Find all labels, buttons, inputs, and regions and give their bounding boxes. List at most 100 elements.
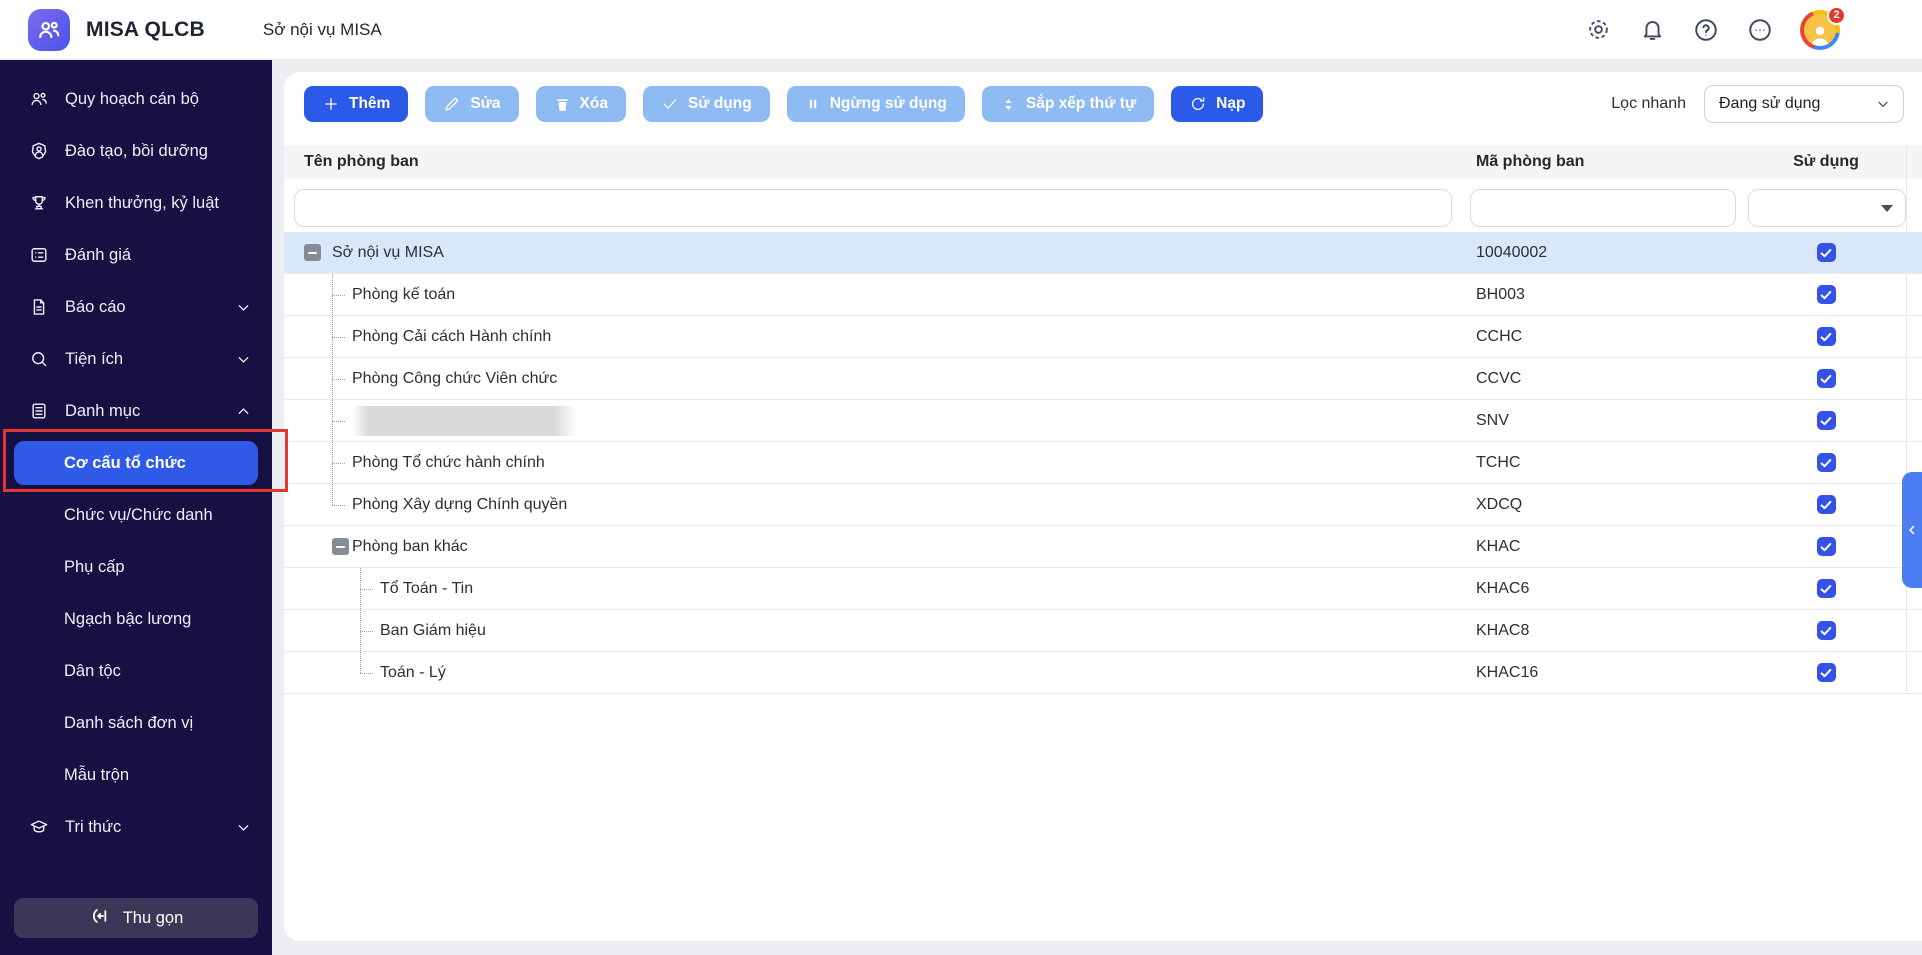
help-icon[interactable] <box>1692 16 1720 44</box>
check-button[interactable]: Sử dụng <box>642 86 770 122</box>
sidebar-item-7-active[interactable]: Cơ cấu tổ chức <box>0 437 272 489</box>
sidebar-item-10[interactable]: Ngạch bậc lương <box>0 593 272 645</box>
used-checkbox-checked[interactable] <box>1816 663 1836 682</box>
collapse-sidebar-button[interactable]: Thu gọn <box>14 898 258 938</box>
department-name: Tổ Toán - Tin <box>380 579 474 597</box>
table-row[interactable]: Sở nội vụ MISA 10040002 <box>284 232 1922 274</box>
department-name: Phòng Tổ chức hành chính <box>352 453 545 471</box>
sidebar-item-12[interactable]: Danh sách đơn vị <box>0 697 272 749</box>
tree-line <box>332 336 345 338</box>
collapse-node-icon[interactable] <box>332 538 349 555</box>
use-cell <box>1746 327 1906 346</box>
department-code: TCHC <box>1476 453 1521 471</box>
department-name-cell: Toán - Lý <box>284 652 1460 693</box>
table-row[interactable]: Phòng Tổ chức hành chính TCHC <box>284 442 1922 484</box>
use-filter-select[interactable] <box>1748 189 1906 227</box>
department-name-cell: Phòng Xây dựng Chính quyền <box>284 484 1460 525</box>
table-row[interactable]: Toán - Lý KHAC16 <box>284 652 1922 694</box>
department-name-cell <box>284 400 1460 441</box>
list-icon <box>28 400 50 422</box>
sidebar-item-13[interactable]: Mẫu trộn <box>0 749 272 801</box>
trophy-icon <box>28 192 50 214</box>
department-code: XDCQ <box>1476 495 1523 513</box>
sidebar-item-5[interactable]: Tiện ích <box>0 333 272 385</box>
dropdown-arrow-icon <box>1881 204 1893 212</box>
department-code: CCVC <box>1476 369 1522 387</box>
code-filter-input[interactable] <box>1470 189 1736 227</box>
gear-icon[interactable] <box>1584 16 1612 44</box>
table-row[interactable]: Phòng kế toán BH003 <box>284 274 1922 316</box>
quick-filter-label: Lọc nhanh <box>1611 95 1686 112</box>
people-icon <box>28 88 50 110</box>
trash-icon <box>554 96 571 113</box>
sidebar-item-1[interactable]: Đào tạo, bồi dưỡng <box>0 125 272 177</box>
sidebar-item-0[interactable]: Quy hoạch cán bộ <box>0 73 272 125</box>
bell-icon[interactable] <box>1638 16 1666 44</box>
sidebar-item-6[interactable]: Danh mục <box>0 385 272 437</box>
sidebar-item-14[interactable]: Tri thức <box>0 801 272 853</box>
used-checkbox-checked[interactable] <box>1816 621 1836 640</box>
check-icon <box>661 95 679 113</box>
sidebar-item-4[interactable]: Báo cáo <box>0 281 272 333</box>
quick-filter-select[interactable]: Đang sử dụng <box>1704 85 1904 123</box>
department-name-cell: Phòng kế toán <box>284 274 1460 315</box>
used-checkbox-checked[interactable] <box>1816 495 1836 514</box>
tree-line <box>332 504 345 506</box>
department-code: BH003 <box>1476 285 1525 303</box>
used-checkbox-checked[interactable] <box>1816 327 1836 346</box>
quick-filter-value: Đang sử dụng <box>1719 95 1821 112</box>
use-cell <box>1746 285 1906 304</box>
table-row[interactable]: Phòng Cải cách Hành chính CCHC <box>284 316 1922 358</box>
department-code: KHAC8 <box>1476 621 1530 639</box>
department-code: KHAC16 <box>1476 663 1539 681</box>
toolbar: Thêm Sửa Xóa Sử dụng Ngừng sử dụng Sắp xếp th… <box>284 72 1922 123</box>
chevron-down-icon <box>235 299 252 316</box>
table-row[interactable]: Phòng Công chức Viên chức CCVC <box>284 358 1922 400</box>
sidebar-item-11[interactable]: Dân tộc <box>0 645 272 697</box>
user-avatar[interactable]: 2 <box>1800 5 1846 50</box>
sidebar-item-8[interactable]: Chức vụ/Chức danh <box>0 489 272 541</box>
sidebar: Quy hoạch cán bộ Đào tạo, bồi dưỡng Khen t… <box>0 59 272 955</box>
chevron-up-icon <box>235 403 252 420</box>
name-filter-input[interactable] <box>294 189 1452 227</box>
sidebar-item-2[interactable]: Khen thưởng, kỷ luật <box>0 177 272 229</box>
table-row[interactable]: SNV <box>284 400 1922 442</box>
department-name: Phòng Cải cách Hành chính <box>352 327 552 345</box>
used-checkbox-checked[interactable] <box>1816 537 1836 556</box>
header-code: Mã phòng ban <box>1476 153 1585 170</box>
sidebar-item-9[interactable]: Phụ cấp <box>0 541 272 593</box>
pause-button[interactable]: Ngừng sử dụng <box>786 86 965 122</box>
trash-button[interactable]: Xóa <box>535 86 626 122</box>
used-checkbox-checked[interactable] <box>1816 579 1836 598</box>
sidebar-item-3[interactable]: Đánh giá <box>0 229 272 281</box>
topbar: MISA QLCB Sở nội vụ MISA 2 <box>0 0 1922 60</box>
department-name-cell: Phòng ban khác <box>284 526 1460 567</box>
expand-panel-tab[interactable] <box>1902 472 1922 588</box>
unit-tab[interactable]: Sở nội vụ MISA <box>263 20 382 40</box>
department-name-cell: Phòng Công chức Viên chức <box>284 358 1460 399</box>
pencil-button[interactable]: Sửa <box>425 86 519 122</box>
button-label: Ngừng sử dụng <box>829 95 947 112</box>
table-row[interactable]: Ban Giám hiệu KHAC8 <box>284 610 1922 652</box>
use-cell <box>1746 243 1906 262</box>
use-cell <box>1746 537 1906 556</box>
table-row[interactable]: Phòng Xây dựng Chính quyền XDCQ <box>284 484 1922 526</box>
sort-icon <box>1000 96 1017 113</box>
chevron-down-icon <box>235 819 252 836</box>
used-checkbox-checked[interactable] <box>1816 285 1836 304</box>
sort-button[interactable]: Sắp xếp thứ tự <box>981 86 1155 122</box>
tree-line <box>360 652 361 673</box>
collapse-node-icon[interactable] <box>304 244 321 261</box>
app-root: MISA QLCB Sở nội vụ MISA 2 Quy hoạch cán… <box>0 0 1922 955</box>
sidebar-active-item-label[interactable]: Cơ cấu tổ chức <box>14 441 258 485</box>
table-row[interactable]: Phòng ban khác KHAC <box>284 526 1922 568</box>
table-row[interactable]: Tổ Toán - Tin KHAC6 <box>284 568 1922 610</box>
plus-button[interactable]: Thêm <box>304 86 409 122</box>
used-checkbox-checked[interactable] <box>1816 243 1836 262</box>
more-icon[interactable] <box>1746 16 1774 44</box>
used-checkbox-checked[interactable] <box>1816 453 1836 472</box>
department-name-cell: Tổ Toán - Tin <box>284 568 1460 609</box>
used-checkbox-checked[interactable] <box>1816 369 1836 388</box>
refresh-button[interactable]: Nạp <box>1171 86 1264 122</box>
used-checkbox-checked[interactable] <box>1816 411 1836 430</box>
